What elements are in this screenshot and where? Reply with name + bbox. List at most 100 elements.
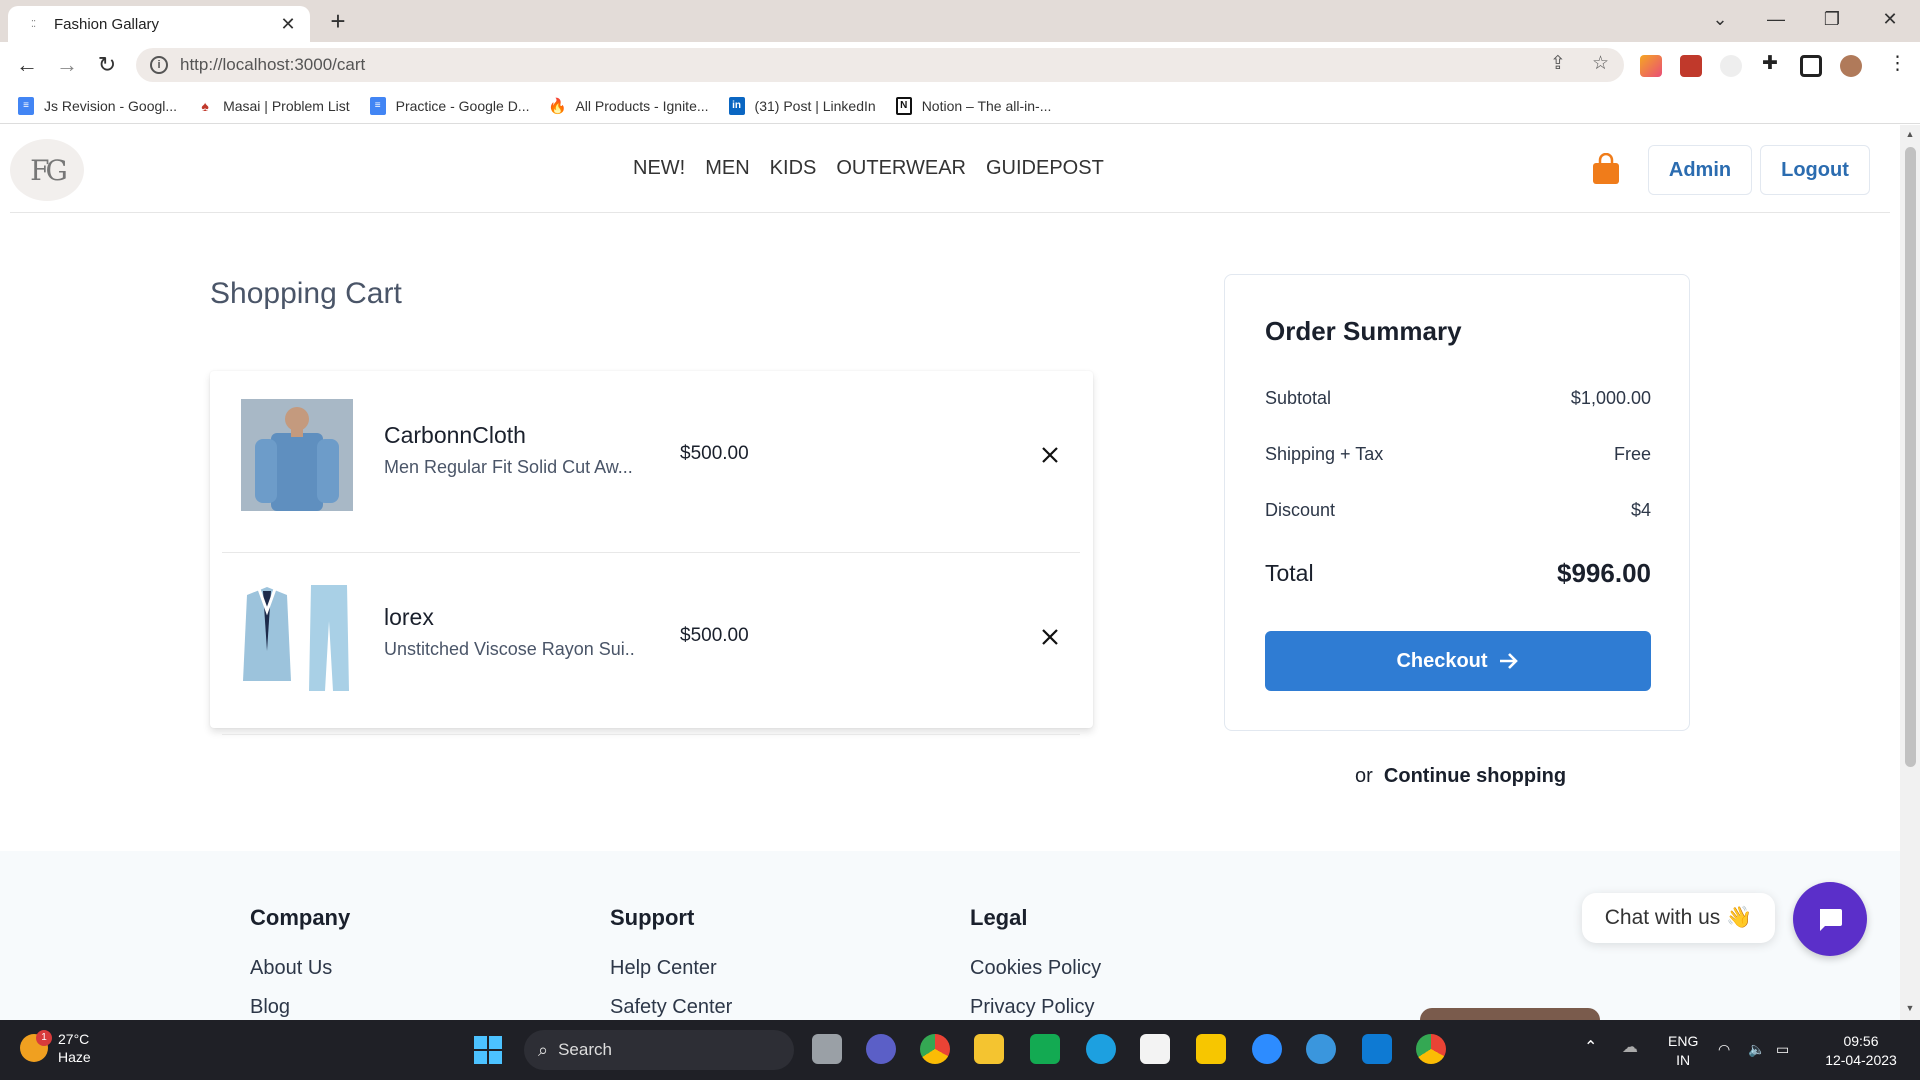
item-price: $500.00 (680, 625, 749, 646)
subtotal-value: $1,000.00 (1570, 388, 1651, 408)
discount-label: Discount (1265, 500, 1336, 520)
google-docs-icon: ≡ (369, 96, 386, 115)
scroll-down-icon[interactable]: ▼ (1904, 1003, 1916, 1013)
bookmark-item[interactable]: ≡ Practice - Google D... (369, 96, 529, 115)
volume-muted-icon[interactable]: 🔈 (1748, 1040, 1765, 1059)
tab-search-chevron-icon[interactable]: ⌄ (1700, 4, 1740, 34)
nav-link-guidepost[interactable]: GUIDEPOST (986, 157, 1104, 180)
chat-prompt[interactable]: Chat with us 👋 (1582, 893, 1775, 943)
file-explorer-icon[interactable] (974, 1034, 1004, 1064)
share-icon[interactable]: ⇪ (1550, 52, 1566, 75)
chrome-icon[interactable] (920, 1034, 950, 1064)
new-tab-button[interactable]: + (324, 6, 352, 36)
nav-link-men[interactable]: MEN (705, 157, 749, 180)
wifi-icon[interactable]: ◠ (1718, 1040, 1730, 1059)
extensions-puzzle-icon[interactable]: ✚ (1762, 52, 1778, 75)
admin-button[interactable]: Admin (1648, 145, 1752, 195)
cart-title: Shopping Cart (210, 277, 402, 310)
footer-column-legal: Legal Cookies Policy Privacy Policy (970, 905, 1101, 1020)
weather-widget[interactable]: 1 27°C Haze (20, 1030, 91, 1066)
weather-sun-icon: 1 (20, 1030, 52, 1062)
bookmark-label: Js Revision - Googl... (44, 97, 178, 114)
footer-link[interactable]: About Us (250, 957, 350, 980)
language-indicator[interactable]: ENG IN (1668, 1032, 1698, 1070)
bookmark-label: (31) Post | LinkedIn (754, 97, 876, 114)
shipping-label: Shipping + Tax (1265, 444, 1384, 464)
nav-link-outerwear[interactable]: OUTERWEAR (836, 157, 966, 180)
remove-item-icon[interactable] (1038, 443, 1062, 467)
minimize-button[interactable]: — (1756, 4, 1796, 34)
chat-button[interactable] (1793, 882, 1867, 956)
bookmark-item[interactable]: ♠ Masai | Problem List (197, 97, 349, 115)
microsoft-store-icon[interactable] (1140, 1034, 1170, 1064)
checkout-button[interactable]: Checkout (1265, 631, 1651, 691)
item-name[interactable]: lorex (384, 604, 434, 631)
masai-icon: ♠ (201, 97, 209, 114)
bookmark-star-icon[interactable]: ☆ (1592, 52, 1609, 75)
teams-chat-icon[interactable] (866, 1034, 896, 1064)
footer-column-company: Company About Us Blog (250, 905, 350, 1020)
task-view-icon[interactable] (812, 1034, 842, 1064)
product-image[interactable] (241, 581, 353, 693)
shopping-bag-icon[interactable] (1592, 153, 1620, 185)
continue-shopping-link[interactable]: Continue shopping (1384, 765, 1566, 787)
mongodb-icon[interactable] (1030, 1034, 1060, 1064)
remove-item-icon[interactable] (1038, 625, 1062, 649)
bookmark-label: All Products - Ignite... (575, 97, 709, 114)
discount-value: $4 (1630, 500, 1651, 520)
footer-link[interactable]: Blog (250, 996, 350, 1019)
taskbar-search[interactable]: ⌕ Search (524, 1030, 794, 1070)
bookmark-item[interactable]: ≡ Js Revision - Googl... (18, 96, 178, 115)
onedrive-icon[interactable]: ☁ (1622, 1038, 1638, 1057)
chrome-icon[interactable] (1416, 1034, 1446, 1064)
side-panel-icon[interactable] (1800, 55, 1822, 77)
logout-button[interactable]: Logout (1760, 145, 1870, 195)
flame-icon: 🔥 (548, 97, 567, 115)
show-hidden-icons-icon[interactable]: ⌃ (1584, 1038, 1597, 1057)
restore-button[interactable]: ❐ (1812, 4, 1852, 34)
search-label: Search (558, 1040, 612, 1059)
product-image[interactable] (241, 399, 353, 511)
edge-icon[interactable] (1086, 1034, 1116, 1064)
wifi-app-icon[interactable] (1306, 1034, 1336, 1064)
site-logo[interactable]: FG (10, 139, 84, 201)
start-button[interactable] (474, 1036, 502, 1064)
nav-link-new[interactable]: NEW! (633, 157, 685, 180)
footer-link[interactable]: Privacy Policy (970, 996, 1101, 1019)
postman-icon[interactable] (1196, 1034, 1226, 1064)
color-picker-extension-icon[interactable] (1640, 55, 1662, 77)
address-bar[interactable]: i http://localhost:3000/cart (136, 48, 1624, 82)
item-name[interactable]: CarbonnCloth (384, 422, 526, 449)
weather-condition: Haze (58, 1049, 91, 1065)
bookmark-item[interactable]: 🔥 All Products - Ignite... (548, 97, 709, 115)
page-scrollbar[interactable]: ▲ ▼ (1900, 125, 1920, 1020)
site-info-icon[interactable]: i (150, 56, 168, 74)
footer-link[interactable]: Cookies Policy (970, 957, 1101, 980)
item-price: $500.00 (680, 443, 749, 464)
browser-tab[interactable]: ⁚⁚ Fashion Gallary ✕ (8, 6, 310, 42)
vscode-icon[interactable] (1362, 1034, 1392, 1064)
item-description: Unstitched Viscose Rayon Sui... (384, 639, 634, 659)
extension-icon[interactable] (1720, 55, 1742, 77)
back-button[interactable]: ← (12, 50, 42, 80)
nav-link-kids[interactable]: KIDS (770, 157, 817, 180)
footer-link[interactable]: Safety Center (610, 996, 732, 1019)
reload-button[interactable]: ↻ (92, 50, 122, 80)
zoom-icon[interactable] (1252, 1034, 1282, 1064)
clock[interactable]: 09:56 12-04-2023 (1816, 1032, 1906, 1070)
footer-link[interactable]: Help Center (610, 957, 732, 980)
clock-time: 09:56 (1843, 1033, 1879, 1049)
close-window-button[interactable]: ✕ (1870, 4, 1910, 34)
scroll-up-icon[interactable]: ▲ (1904, 129, 1916, 139)
profile-avatar[interactable] (1840, 55, 1862, 77)
battery-icon[interactable]: ▭ (1776, 1040, 1789, 1059)
extension-icon[interactable] (1680, 55, 1702, 77)
forward-button[interactable]: → (52, 50, 82, 80)
shipping-value: Free (1613, 444, 1651, 464)
close-tab-icon[interactable]: ✕ (278, 14, 298, 35)
bookmark-item[interactable]: in (31) Post | LinkedIn (728, 96, 876, 115)
browser-menu-icon[interactable]: ⋮ (1888, 52, 1907, 75)
scroll-thumb[interactable] (1905, 147, 1916, 767)
bookmark-item[interactable]: N Notion – The all-in-... (895, 96, 1051, 115)
cart-item: lorex Unstitched Viscose Rayon Sui... $5… (222, 553, 1080, 735)
